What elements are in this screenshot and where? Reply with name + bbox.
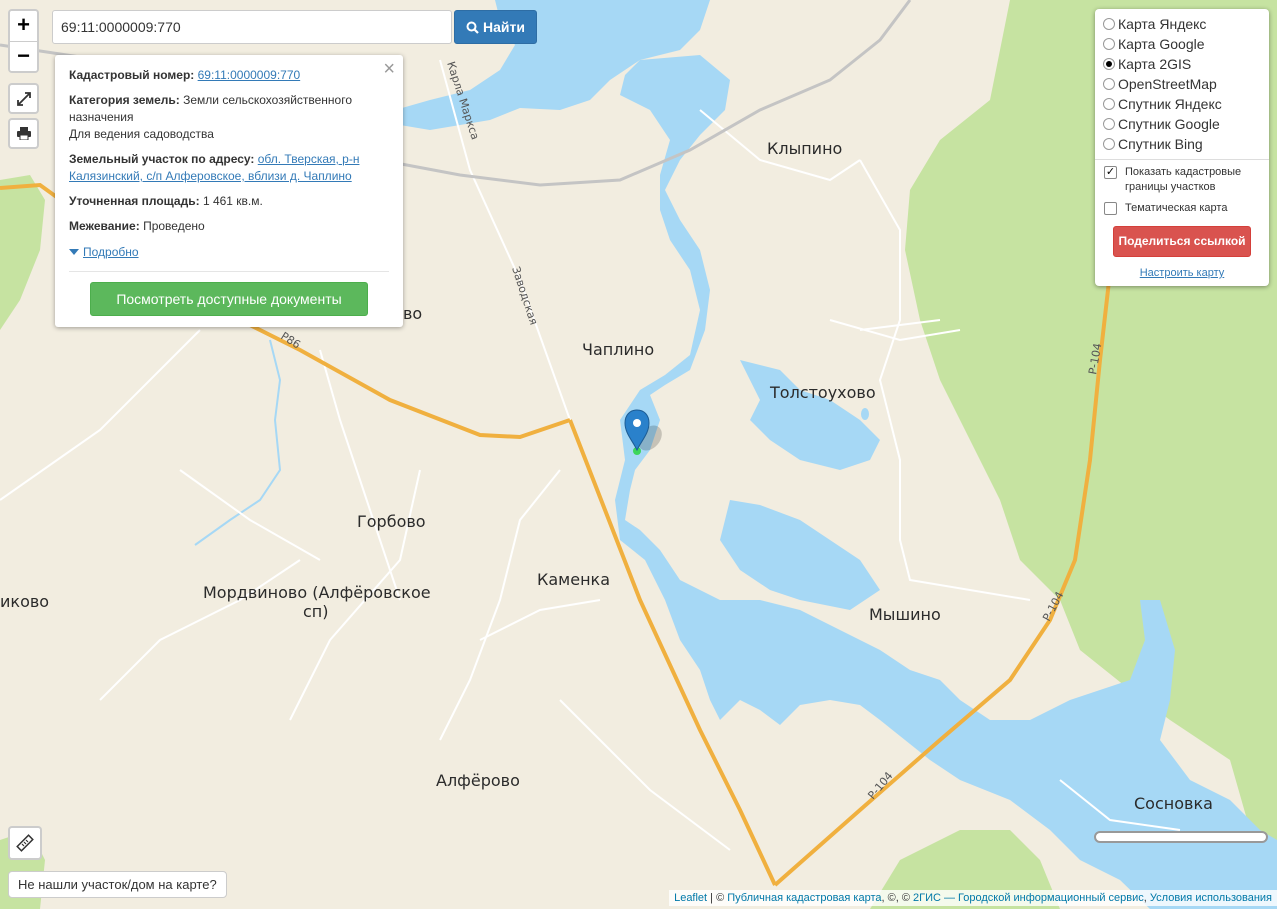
layer-switcher-panel: Карта Яндекс Карта Google Карта 2GIS OpenSt… <box>1095 9 1269 286</box>
not-found-button[interactable]: Не нашли участок/дом на карте? <box>8 871 227 898</box>
basemap-option[interactable]: Карта Google <box>1103 34 1261 54</box>
zoom-control: + − <box>8 9 39 73</box>
close-icon[interactable]: × <box>383 59 395 79</box>
marker-pin-center <box>633 419 641 427</box>
cadastral-number-label: Кадастровый номер: <box>69 68 195 82</box>
view-documents-button[interactable]: Посмотреть доступные документы <box>90 281 368 316</box>
cadastral-search-input[interactable] <box>52 10 452 44</box>
cadastral-number-row: Кадастровый номер: 69:11:0000009:770 <box>69 67 389 84</box>
area-row: Уточненная площадь: 1 461 кв.м. <box>69 193 389 210</box>
basemap-option[interactable]: Спутник Bing <box>1103 134 1261 154</box>
thematic-map-option[interactable]: Тематическая карта <box>1104 201 1261 216</box>
radio-icon[interactable] <box>1103 118 1115 130</box>
basemap-options: Карта Яндекс Карта Google Карта 2GIS OpenSt… <box>1103 14 1261 154</box>
radio-icon[interactable] <box>1103 18 1115 30</box>
measure-button[interactable] <box>8 826 42 860</box>
basemap-option-label: Спутник Bing <box>1118 136 1203 152</box>
basemap-option[interactable]: Спутник Яндекс <box>1103 94 1261 114</box>
leaflet-link[interactable]: Leaflet <box>674 892 707 904</box>
area-label: Уточненная площадь: <box>69 194 200 208</box>
divider <box>69 270 389 272</box>
place-vo-partial: во <box>403 304 422 323</box>
divider <box>1095 159 1269 160</box>
place-myshino: Мышино <box>869 605 941 624</box>
search-icon <box>466 21 479 34</box>
search-button-label: Найти <box>483 19 525 35</box>
map-attribution: Leaflet | © Публичная кадастровая карта,… <box>669 890 1277 906</box>
radio-icon[interactable] <box>1103 38 1115 50</box>
place-ikovo: иково <box>0 592 49 611</box>
place-mordvinovo-line1: Мордвиново (Алфёровское <box>203 583 431 602</box>
parcel-info-popup: × Кадастровый номер: 69:11:0000009:770 К… <box>55 55 403 327</box>
caret-down-icon <box>69 249 79 255</box>
basemap-option-label: Карта Google <box>1118 36 1205 52</box>
share-link-button[interactable]: Поделиться ссылкой <box>1113 226 1251 257</box>
zoom-out-button[interactable]: − <box>10 41 37 71</box>
twogis-link[interactable]: 2ГИС — Городской информационный сервис <box>913 892 1144 904</box>
pkk-link[interactable]: Публичная кадастровая карта <box>727 892 881 904</box>
checkbox-unchecked-icon[interactable] <box>1104 202 1117 215</box>
survey-value: Проведено <box>143 219 205 233</box>
land-category-label: Категория земель: <box>69 93 180 107</box>
radio-selected-icon[interactable] <box>1103 58 1115 70</box>
printer-icon <box>16 127 31 140</box>
scale-bar <box>1094 831 1268 843</box>
address-row: Земельный участок по адресу: обл. Тверск… <box>69 151 389 185</box>
basemap-option-label: Карта 2GIS <box>1118 56 1192 72</box>
radio-icon[interactable] <box>1103 98 1115 110</box>
place-chaplino: Чаплино <box>582 340 654 359</box>
radio-icon[interactable] <box>1103 78 1115 90</box>
place-klypino: Клыпино <box>767 139 842 158</box>
print-button[interactable] <box>8 118 39 149</box>
show-borders-option[interactable]: ✓ Показать кадастровые границы участков <box>1104 165 1261 195</box>
cadastral-number-link[interactable]: 69:11:0000009:770 <box>198 68 301 82</box>
zoom-in-button[interactable]: + <box>10 11 37 41</box>
basemap-option[interactable]: Карта Яндекс <box>1103 14 1261 34</box>
land-usage-value: Для ведения садоводства <box>69 127 214 141</box>
basemap-option[interactable]: Спутник Google <box>1103 114 1261 134</box>
area-value: 1 461 кв.м. <box>202 194 263 208</box>
checkbox-checked-icon[interactable]: ✓ <box>1104 166 1117 179</box>
survey-label: Межевание: <box>69 219 140 233</box>
place-tolstoukhovo: Толстоухово <box>769 383 876 402</box>
basemap-option-label: Карта Яндекс <box>1118 16 1207 32</box>
details-link-label: Подробно <box>83 244 139 259</box>
expand-icon <box>16 91 31 106</box>
address-label: Земельный участок по адресу: <box>69 152 255 166</box>
attribution-separator: | © <box>707 892 728 904</box>
terms-link[interactable]: Условия использования <box>1150 892 1272 904</box>
land-category-row: Категория земель: Земли сельскохозяйстве… <box>69 92 389 143</box>
ruler-icon <box>16 834 34 852</box>
basemap-option[interactable]: Карта 2GIS <box>1103 54 1261 74</box>
show-borders-label: Показать кадастровые границы участков <box>1125 166 1242 193</box>
survey-row: Межевание: Проведено <box>69 218 389 235</box>
basemap-option-label: OpenStreetMap <box>1118 76 1217 92</box>
attribution-separator: , ©, © <box>881 892 913 904</box>
water-pond <box>861 408 869 420</box>
radio-icon[interactable] <box>1103 138 1115 150</box>
place-mordvinovo-line2: сп) <box>303 602 329 621</box>
place-gorbovo: Горбово <box>357 512 426 531</box>
thematic-map-label: Тематическая карта <box>1125 202 1228 214</box>
basemap-option[interactable]: OpenStreetMap <box>1103 74 1261 94</box>
search-button[interactable]: Найти <box>454 10 537 44</box>
place-sosnovka: Сосновка <box>1134 794 1213 813</box>
configure-map-link[interactable]: Настроить карту <box>1103 267 1261 279</box>
fullscreen-button[interactable] <box>8 83 39 114</box>
place-kamenka: Каменка <box>537 570 610 589</box>
place-alferovo: Алфёрово <box>436 771 520 790</box>
basemap-option-label: Спутник Яндекс <box>1118 96 1222 112</box>
basemap-option-label: Спутник Google <box>1118 116 1220 132</box>
details-toggle[interactable]: Подробно <box>69 244 139 261</box>
